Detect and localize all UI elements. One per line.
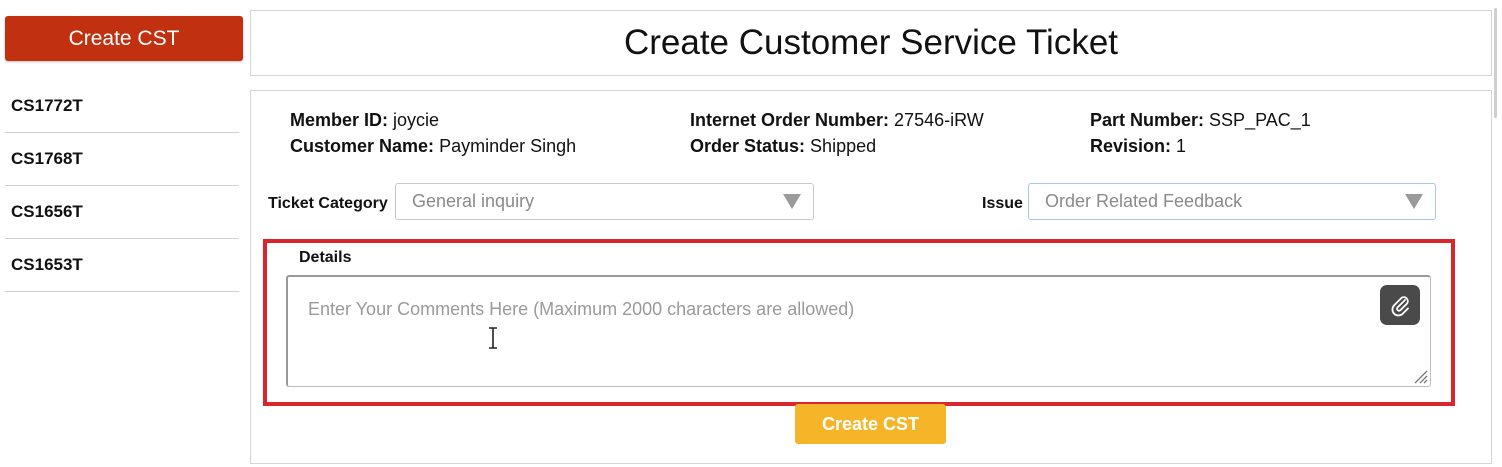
revision-value: 1	[1176, 136, 1187, 156]
ticket-item[interactable]: CS1656T	[5, 186, 239, 239]
ticket-category-label: Ticket Category	[268, 195, 388, 212]
create-cst-sidebar-button[interactable]: Create CST	[5, 16, 243, 61]
order-info: Internet Order Number: 27546-iRW Order S…	[690, 107, 984, 159]
ticket-id: CS1653T	[11, 255, 83, 274]
issue-label: Issue	[982, 195, 1023, 212]
customer-name-value: Payminder Singh	[439, 136, 577, 156]
details-highlight-frame: Details Enter Your Comments Here (Maximu…	[263, 239, 1455, 406]
scrollbar[interactable]	[1494, 8, 1497, 118]
issue-select[interactable]: Order Related Feedback	[1028, 183, 1436, 220]
create-cst-submit-button[interactable]: Create CST	[795, 404, 946, 444]
ticket-id: CS1772T	[11, 96, 83, 115]
revision-label: Revision:	[1090, 136, 1172, 156]
chevron-down-icon	[783, 194, 801, 209]
details-label: Details	[299, 249, 352, 266]
member-id-label: Member ID:	[290, 110, 389, 130]
details-textarea[interactable]: Enter Your Comments Here (Maximum 2000 c…	[286, 275, 1431, 387]
ticket-item[interactable]: CS1772T	[5, 80, 239, 133]
resize-handle-icon[interactable]	[1412, 368, 1428, 384]
customer-name-label: Customer Name:	[290, 136, 435, 156]
ticket-id: CS1656T	[11, 202, 83, 221]
member-info: Member ID: joycie Customer Name: Paymind…	[290, 107, 576, 159]
part-number-label: Part Number:	[1090, 110, 1205, 130]
chevron-down-icon	[1405, 194, 1423, 209]
page-title: Create Customer Service Ticket	[623, 23, 1119, 62]
internet-order-label: Internet Order Number:	[690, 110, 890, 130]
ticket-form-panel: Member ID: joycie Customer Name: Paymind…	[250, 90, 1492, 464]
ticket-category-select[interactable]: General inquiry	[395, 183, 814, 220]
attach-button[interactable]	[1380, 285, 1420, 325]
details-placeholder: Enter Your Comments Here (Maximum 2000 c…	[308, 299, 855, 319]
order-status-label: Order Status:	[690, 136, 806, 156]
ticket-list: CS1772T CS1768T CS1656T CS1653T	[5, 80, 239, 292]
ticket-id: CS1768T	[11, 149, 83, 168]
order-status-value: Shipped	[810, 136, 877, 156]
part-number-value: SSP_PAC_1	[1209, 110, 1311, 130]
text-cursor-icon	[489, 327, 497, 349]
member-id-value: joycie	[393, 110, 440, 130]
ticket-category-value: General inquiry	[412, 191, 535, 211]
internet-order-value: 27546-iRW	[894, 110, 984, 130]
issue-value: Order Related Feedback	[1045, 191, 1243, 211]
paperclip-icon	[1391, 296, 1409, 317]
part-info: Part Number: SSP_PAC_1 Revision: 1	[1090, 107, 1311, 159]
ticket-item[interactable]: CS1768T	[5, 133, 239, 186]
page-header: Create Customer Service Ticket	[250, 10, 1492, 76]
ticket-item[interactable]: CS1653T	[5, 239, 239, 292]
